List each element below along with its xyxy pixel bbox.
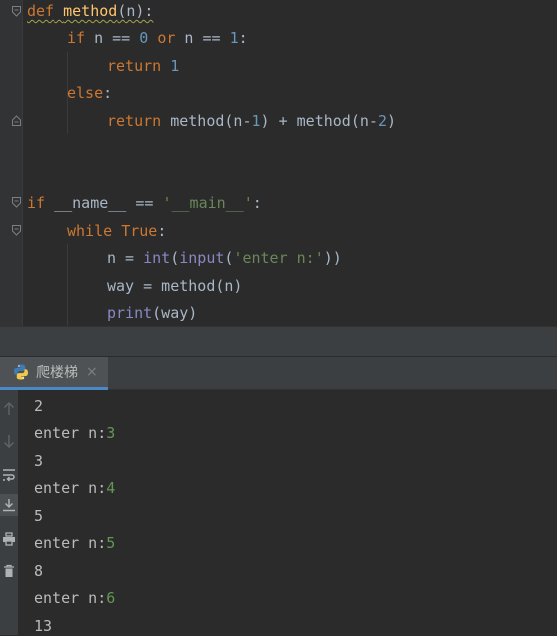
- console-line: enter n:3: [34, 423, 115, 443]
- code-text: )): [323, 249, 342, 267]
- console-output: 13: [34, 617, 53, 635]
- console-line: 13: [34, 616, 52, 636]
- run-console[interactable]: 2 enter n:3 3 enter n:4 5 enter n:5 8 en…: [18, 390, 557, 635]
- code-line-4: else:: [67, 83, 112, 103]
- keyword-while: while: [67, 222, 113, 240]
- code-line-8: n = int(input('enter n:')): [107, 248, 342, 268]
- console-output: 2: [34, 397, 44, 415]
- code-line-5: return method(n-1) + method(n-2): [107, 111, 396, 131]
- keyword-return: return: [107, 57, 162, 75]
- user-input: 3: [106, 424, 116, 442]
- run-toolbar: [0, 390, 18, 635]
- console-line: 5: [34, 506, 43, 526]
- code-text: (way): [152, 304, 198, 322]
- code-line-3: return 1: [107, 56, 179, 76]
- editor-gutter: [0, 0, 22, 326]
- run-tool-window-header: 爬楼梯 ×: [0, 357, 557, 390]
- panel-splitter[interactable]: [0, 326, 557, 357]
- code-text: ) + method(n-: [260, 112, 378, 130]
- keyword-else: else: [67, 84, 104, 102]
- code-text: :: [157, 222, 167, 240]
- code-text: (: [170, 249, 180, 267]
- params: (n):: [117, 2, 154, 20]
- fold-open-icon[interactable]: [12, 6, 21, 17]
- console-output: enter n:: [34, 479, 107, 497]
- code-text: n ==: [175, 29, 230, 47]
- keyword-if: if: [67, 29, 86, 47]
- code-text: __name__ ==: [45, 194, 163, 212]
- code-editor[interactable]: def method(n): if n == 0 or n == 1: retu…: [0, 0, 557, 326]
- code-line-10: print(way): [107, 303, 197, 323]
- close-icon[interactable]: ×: [86, 364, 98, 380]
- scroll-to-end-icon[interactable]: [0, 494, 18, 516]
- print-icon[interactable]: [0, 528, 18, 550]
- console-output: 8: [34, 562, 44, 580]
- number-literal: 0: [139, 29, 149, 47]
- string-literal: 'enter n:': [233, 249, 324, 267]
- builtin-int: int: [143, 249, 171, 267]
- string-literal: '__main__': [162, 194, 253, 212]
- arrow-down-icon[interactable]: [0, 430, 18, 452]
- console-output: enter n:: [34, 534, 107, 552]
- python-icon: [12, 363, 30, 381]
- console-line: 3: [34, 451, 43, 471]
- console-line: enter n:4: [34, 478, 115, 498]
- trash-icon[interactable]: [0, 560, 18, 582]
- number-literal: 1: [229, 29, 239, 47]
- console-line: enter n:6: [34, 588, 115, 608]
- user-input: 4: [106, 479, 116, 497]
- user-input: 5: [106, 534, 116, 552]
- code-line-6: if __name__ == '__main__':: [27, 193, 262, 213]
- console-line: enter n:5: [34, 533, 115, 553]
- keyword-def: def: [27, 2, 55, 20]
- function-name: method: [63, 2, 118, 20]
- console-line: 2: [34, 396, 43, 416]
- keyword-return: return: [107, 112, 162, 130]
- number-literal: 2: [377, 112, 387, 130]
- code-text: method(n-: [161, 112, 252, 130]
- gutter-divider: [22, 0, 23, 326]
- run-tab[interactable]: 爬楼梯 ×: [0, 357, 108, 390]
- console-output: 3: [34, 452, 44, 470]
- console-output: enter n:: [34, 589, 107, 607]
- user-input: 6: [106, 589, 116, 607]
- code-text: ): [386, 112, 396, 130]
- code-text: :: [103, 84, 113, 102]
- number-literal: 1: [170, 57, 180, 75]
- code-line-1: def method(n):: [27, 1, 153, 21]
- fold-close-icon[interactable]: [12, 115, 21, 126]
- console-line: 8: [34, 561, 43, 581]
- code-text: n ==: [85, 29, 140, 47]
- number-literal: 1: [251, 112, 261, 130]
- indent-guide: [67, 244, 68, 326]
- console-output: 5: [34, 507, 44, 525]
- code-line-9: way = method(n): [107, 277, 243, 295]
- builtin-print: print: [107, 304, 153, 322]
- builtin-input: input: [179, 249, 225, 267]
- code-text: :: [252, 194, 262, 212]
- soft-wrap-icon[interactable]: [0, 464, 18, 486]
- keyword-if: if: [27, 194, 46, 212]
- fold-open-icon[interactable]: [12, 225, 21, 236]
- code-line-2: if n == 0 or n == 1:: [67, 28, 248, 48]
- keyword-true: True: [121, 222, 158, 240]
- fold-open-icon[interactable]: [12, 197, 21, 208]
- code-line-7: while True:: [67, 221, 166, 241]
- code-text: n =: [107, 249, 144, 267]
- console-output: enter n:: [34, 424, 107, 442]
- arrow-up-icon[interactable]: [0, 398, 18, 420]
- code-text: :: [238, 29, 248, 47]
- tab-label: 爬楼梯: [36, 365, 78, 381]
- keyword-or: or: [157, 29, 176, 47]
